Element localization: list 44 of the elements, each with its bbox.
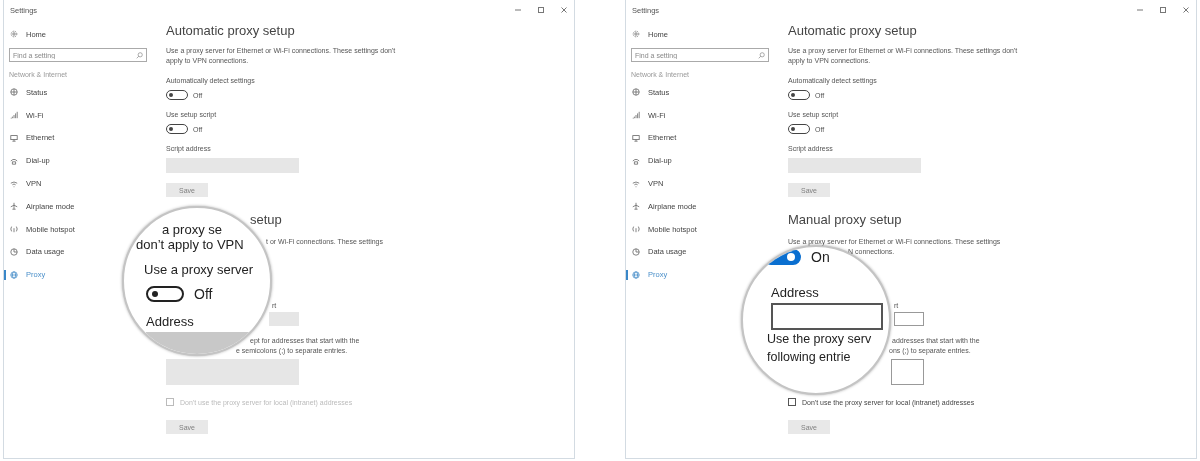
airplane-icon (632, 202, 640, 211)
gear-icon (632, 30, 640, 38)
wifi-icon (632, 111, 640, 120)
vpn-icon (632, 179, 640, 188)
toggle-switch[interactable] (146, 286, 184, 302)
address-field[interactable] (771, 303, 883, 330)
vpn-icon (10, 179, 18, 188)
magnified-label: Address (146, 314, 194, 330)
gear-icon (10, 30, 18, 38)
ethernet-icon (632, 134, 640, 142)
globe-icon (632, 270, 640, 279)
search-icon (758, 51, 765, 59)
status-icon (10, 88, 18, 97)
magnified-label: Address (771, 285, 819, 301)
maximize-icon[interactable] (1159, 6, 1167, 14)
magnified-text: a proxy se (162, 222, 222, 237)
magnified-label: Use a proxy server (144, 262, 254, 278)
maximize-icon[interactable] (537, 6, 545, 14)
dial-up-icon (10, 156, 18, 165)
close-icon[interactable] (1182, 6, 1190, 14)
toggle-state: On (811, 249, 830, 265)
section-heading: Manual proxy setup (788, 211, 903, 229)
data-usage-icon (632, 247, 640, 256)
magnified-text: following entrie (767, 349, 851, 366)
toggle-state: Off (194, 286, 213, 302)
magnified-text: don’t apply to VPN (136, 237, 244, 252)
close-icon[interactable] (560, 6, 568, 14)
exceptions-field[interactable] (891, 359, 924, 385)
search-icon (136, 51, 143, 59)
section-heading: Automatic proxy setup (788, 22, 918, 40)
section-heading: Automatic proxy setup (166, 22, 296, 40)
dial-up-icon (632, 156, 640, 165)
magnified-text: Use the proxy serv (767, 331, 872, 348)
ethernet-icon (10, 134, 18, 142)
hotspot-icon (10, 225, 18, 234)
section-heading: setup (249, 211, 283, 229)
airplane-icon (10, 202, 18, 211)
wifi-icon (10, 111, 18, 120)
port-field[interactable] (894, 312, 924, 326)
status-icon (632, 88, 640, 97)
globe-icon (10, 270, 18, 279)
hotspot-icon (632, 225, 640, 234)
data-usage-icon (10, 247, 18, 256)
checkbox[interactable] (788, 398, 796, 406)
